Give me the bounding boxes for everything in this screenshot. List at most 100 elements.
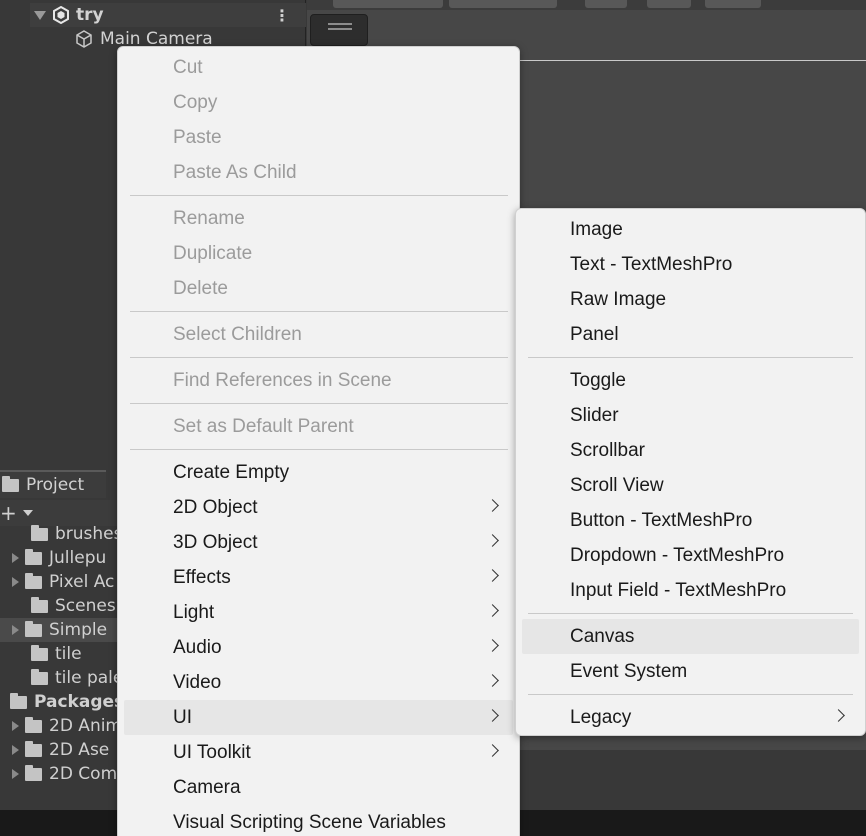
menu-item-visual-scripting-scene-variables[interactable]: Visual Scripting Scene Variables	[124, 805, 513, 836]
menu-item-label: Video	[173, 671, 222, 693]
menu-item-paste-as-child[interactable]: Paste As Child	[124, 155, 513, 190]
submenu-item-raw-image[interactable]: Raw Image	[522, 282, 859, 317]
menu-item-label: Audio	[173, 636, 222, 658]
submenu-item-input-field-textmeshpro[interactable]: Input Field - TextMeshPro	[522, 573, 859, 608]
chevron-right-icon	[486, 604, 499, 617]
chevron-right-icon	[832, 709, 845, 722]
submenu-item-scroll-view[interactable]: Scroll View	[522, 468, 859, 503]
menu-item-label: Duplicate	[173, 242, 253, 264]
project-tree-item[interactable]: Jullepu	[0, 546, 130, 570]
folder-icon	[10, 692, 27, 709]
menu-item-copy[interactable]: Copy	[124, 85, 513, 120]
menu-item-create-empty[interactable]: Create Empty	[124, 455, 513, 490]
project-tree-item[interactable]: 2D Anim	[0, 714, 130, 738]
menu-item-label: Camera	[173, 776, 241, 798]
menu-item-audio[interactable]: Audio	[124, 630, 513, 665]
overlay-toolbar-handle[interactable]	[310, 14, 368, 46]
project-tree-item[interactable]: Pixel Ac	[0, 570, 130, 594]
ui-submenu: Image Text - TextMeshPro Raw Image Panel Tog…	[515, 208, 866, 736]
project-tree-item[interactable]: Scenes	[0, 594, 130, 618]
submenu-item-scrollbar[interactable]: Scrollbar	[522, 433, 859, 468]
submenu-item-text-textmeshpro[interactable]: Text - TextMeshPro	[522, 247, 859, 282]
project-tree-item[interactable]: brushes	[0, 522, 130, 546]
toolbar-button[interactable]	[333, 0, 443, 8]
scene-options-icon[interactable]: ⋮	[274, 8, 290, 24]
menu-item-3d-object[interactable]: 3D Object	[124, 525, 513, 560]
menu-item-delete[interactable]: Delete	[124, 271, 513, 306]
toolbar-button[interactable]	[585, 0, 627, 8]
expand-arrow-icon[interactable]	[12, 769, 19, 779]
menu-item-label: Cut	[173, 56, 203, 78]
submenu-item-slider[interactable]: Slider	[522, 398, 859, 433]
expand-arrow-icon[interactable]	[34, 10, 46, 20]
project-tree-label: tile pale	[55, 668, 124, 688]
submenu-item-panel[interactable]: Panel	[522, 317, 859, 352]
submenu-item-label: Text - TextMeshPro	[570, 253, 733, 275]
expand-arrow-icon[interactable]	[12, 577, 19, 587]
folder-icon	[31, 596, 48, 613]
folder-icon	[25, 740, 42, 757]
scene-row[interactable]: try ⋮	[30, 3, 306, 27]
project-tree-item[interactable]: tile pale	[0, 666, 130, 690]
menu-item-cut[interactable]: Cut	[124, 50, 513, 85]
menu-item-label: Effects	[173, 566, 231, 588]
chevron-right-icon	[486, 639, 499, 652]
menu-item-light[interactable]: Light	[124, 595, 513, 630]
toolbar-button[interactable]	[647, 0, 691, 8]
submenu-item-label: Button - TextMeshPro	[570, 509, 753, 531]
chevron-right-icon	[486, 499, 499, 512]
menu-separator	[130, 357, 508, 358]
expand-arrow-icon[interactable]	[12, 553, 19, 563]
project-tree-label: 2D Anim	[49, 716, 122, 736]
menu-item-rename[interactable]: Rename	[124, 201, 513, 236]
tab-project[interactable]: Project	[0, 470, 106, 498]
menu-item-effects[interactable]: Effects	[124, 560, 513, 595]
submenu-item-image[interactable]: Image	[522, 212, 859, 247]
submenu-item-canvas[interactable]: Canvas	[522, 619, 859, 654]
menu-item-video[interactable]: Video	[124, 665, 513, 700]
menu-separator	[130, 403, 508, 404]
menu-item-label: Create Empty	[173, 461, 290, 483]
project-tree-item[interactable]: 2D Ase	[0, 738, 130, 762]
chevron-down-icon	[22, 510, 33, 516]
project-tree-item[interactable]: tile	[0, 642, 130, 666]
expand-arrow-icon[interactable]	[12, 625, 19, 635]
menu-item-paste[interactable]: Paste	[124, 120, 513, 155]
submenu-item-label: Slider	[570, 404, 619, 426]
menu-item-select-children[interactable]: Select Children	[124, 317, 513, 352]
project-tree-item[interactable]: Simple	[0, 618, 130, 642]
submenu-item-label: Raw Image	[570, 288, 667, 310]
menu-item-ui-toolkit[interactable]: UI Toolkit	[124, 735, 513, 770]
submenu-item-event-system[interactable]: Event System	[522, 654, 859, 689]
project-tree-item[interactable]: 2D Com	[0, 762, 130, 786]
submenu-item-label: Image	[570, 218, 623, 240]
menu-item-find-references-in-scene[interactable]: Find References in Scene	[124, 363, 513, 398]
folder-icon	[25, 764, 42, 781]
project-tree-label: Packages	[34, 692, 125, 712]
menu-item-ui[interactable]: UI	[124, 700, 513, 735]
submenu-item-toggle[interactable]: Toggle	[522, 363, 859, 398]
folder-icon	[31, 524, 48, 541]
submenu-item-legacy[interactable]: Legacy	[522, 700, 859, 735]
gameobject-cube-icon	[76, 30, 92, 48]
menu-item-label: Select Children	[173, 323, 302, 345]
menu-item-duplicate[interactable]: Duplicate	[124, 236, 513, 271]
scene-name: try	[76, 5, 104, 25]
toolbar-button[interactable]	[705, 0, 761, 8]
submenu-item-dropdown-textmeshpro[interactable]: Dropdown - TextMeshPro	[522, 538, 859, 573]
menu-item-set-as-default-parent[interactable]: Set as Default Parent	[124, 409, 513, 444]
submenu-item-label: Scrollbar	[570, 439, 645, 461]
menu-item-2d-object[interactable]: 2D Object	[124, 490, 513, 525]
chevron-right-icon	[486, 534, 499, 547]
submenu-item-label: Legacy	[570, 706, 632, 728]
expand-arrow-icon[interactable]	[12, 745, 19, 755]
project-tree-item[interactable]: Packages	[0, 690, 130, 714]
project-tree-label: Scenes	[55, 596, 116, 616]
scene-toolbar	[307, 0, 866, 10]
menu-item-camera[interactable]: Camera	[124, 770, 513, 805]
menu-item-label: Find References in Scene	[173, 369, 392, 391]
expand-arrow-icon[interactable]	[12, 721, 19, 731]
toolbar-button[interactable]	[449, 0, 557, 8]
submenu-item-button-textmeshpro[interactable]: Button - TextMeshPro	[522, 503, 859, 538]
folder-icon	[25, 548, 42, 565]
